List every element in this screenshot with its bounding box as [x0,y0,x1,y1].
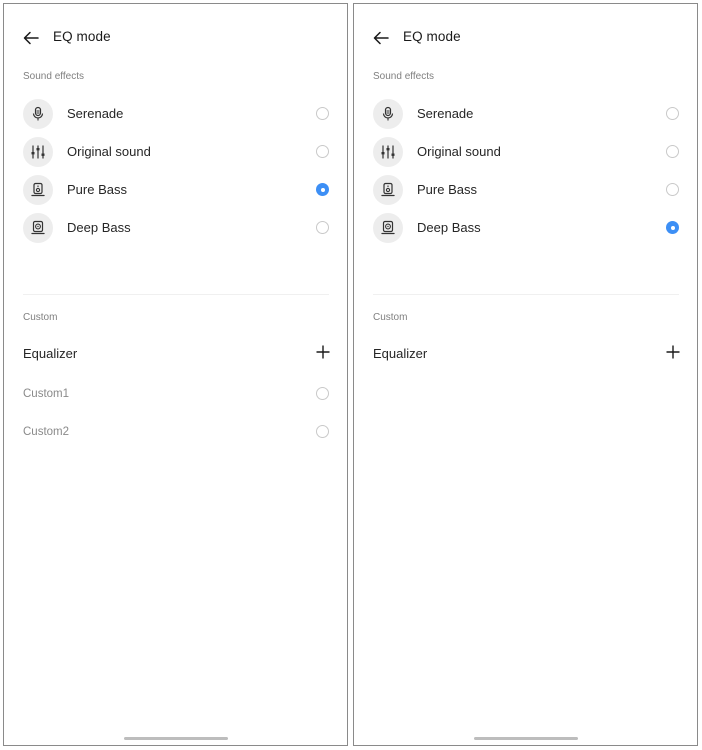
top-bar: EQ mode [354,4,697,70]
radio-original-sound[interactable] [666,145,679,158]
microphone-icon [23,99,53,129]
speaker-icon [23,175,53,205]
effect-row-serenade[interactable]: Serenade [354,95,697,133]
page-title: EQ mode [403,29,461,44]
custom-heading: Custom [23,312,58,323]
effect-row-deep-bass[interactable]: Deep Bass [4,209,347,247]
microphone-icon [373,99,403,129]
equalizer-row[interactable]: Equalizer [4,336,347,370]
custom-preset-label: Custom1 [23,388,70,400]
radio-pure-bass[interactable] [316,183,329,196]
effect-label: Deep Bass [417,220,481,235]
subwoofer-icon [373,213,403,243]
effect-row-original-sound[interactable]: Original sound [4,133,347,171]
add-equalizer-button[interactable] [315,344,331,360]
effect-row-pure-bass[interactable]: Pure Bass [354,171,697,209]
top-bar: EQ mode [4,4,347,70]
equalizer-label: Equalizer [373,346,428,361]
radio-custom1[interactable] [316,387,329,400]
radio-serenade[interactable] [316,107,329,120]
custom-preset-label: Custom2 [23,426,70,438]
equalizer-label: Equalizer [23,346,78,361]
add-equalizer-button[interactable] [665,344,681,360]
sound-effects-heading: Sound effects [373,71,434,82]
back-button[interactable] [18,25,44,51]
plus-icon [666,345,680,359]
home-indicator[interactable] [123,737,228,740]
eq-mode-screen-left: EQ mode Sound effects Serenade Original … [3,3,348,746]
radio-deep-bass[interactable] [666,221,679,234]
arrow-left-icon [373,31,389,45]
radio-serenade[interactable] [666,107,679,120]
custom-preset-row[interactable]: Custom1 [4,378,347,412]
sliders-icon [373,137,403,167]
effect-label: Pure Bass [67,182,127,197]
back-button[interactable] [368,25,394,51]
effect-label: Original sound [67,144,151,159]
radio-deep-bass[interactable] [316,221,329,234]
effect-label: Original sound [417,144,501,159]
radio-pure-bass[interactable] [666,183,679,196]
radio-custom2[interactable] [316,425,329,438]
subwoofer-icon [23,213,53,243]
radio-original-sound[interactable] [316,145,329,158]
effect-label: Serenade [67,106,124,121]
arrow-left-icon [23,31,39,45]
effect-row-deep-bass[interactable]: Deep Bass [354,209,697,247]
eq-mode-screen-right: EQ mode Sound effects Serenade Original … [353,3,698,746]
custom-heading: Custom [373,312,408,323]
comparison-view: EQ mode Sound effects Serenade Original … [0,0,702,750]
effect-label: Serenade [417,106,474,121]
sound-effects-heading: Sound effects [23,71,84,82]
effect-row-pure-bass[interactable]: Pure Bass [4,171,347,209]
custom-preset-row[interactable]: Custom2 [4,416,347,450]
effect-label: Deep Bass [67,220,131,235]
equalizer-row[interactable]: Equalizer [354,336,697,370]
speaker-icon [373,175,403,205]
sliders-icon [23,137,53,167]
page-title: EQ mode [53,29,111,44]
effect-row-original-sound[interactable]: Original sound [354,133,697,171]
effect-label: Pure Bass [417,182,477,197]
plus-icon [316,345,330,359]
section-divider [23,294,329,295]
effect-row-serenade[interactable]: Serenade [4,95,347,133]
home-indicator[interactable] [473,737,578,740]
section-divider [373,294,679,295]
